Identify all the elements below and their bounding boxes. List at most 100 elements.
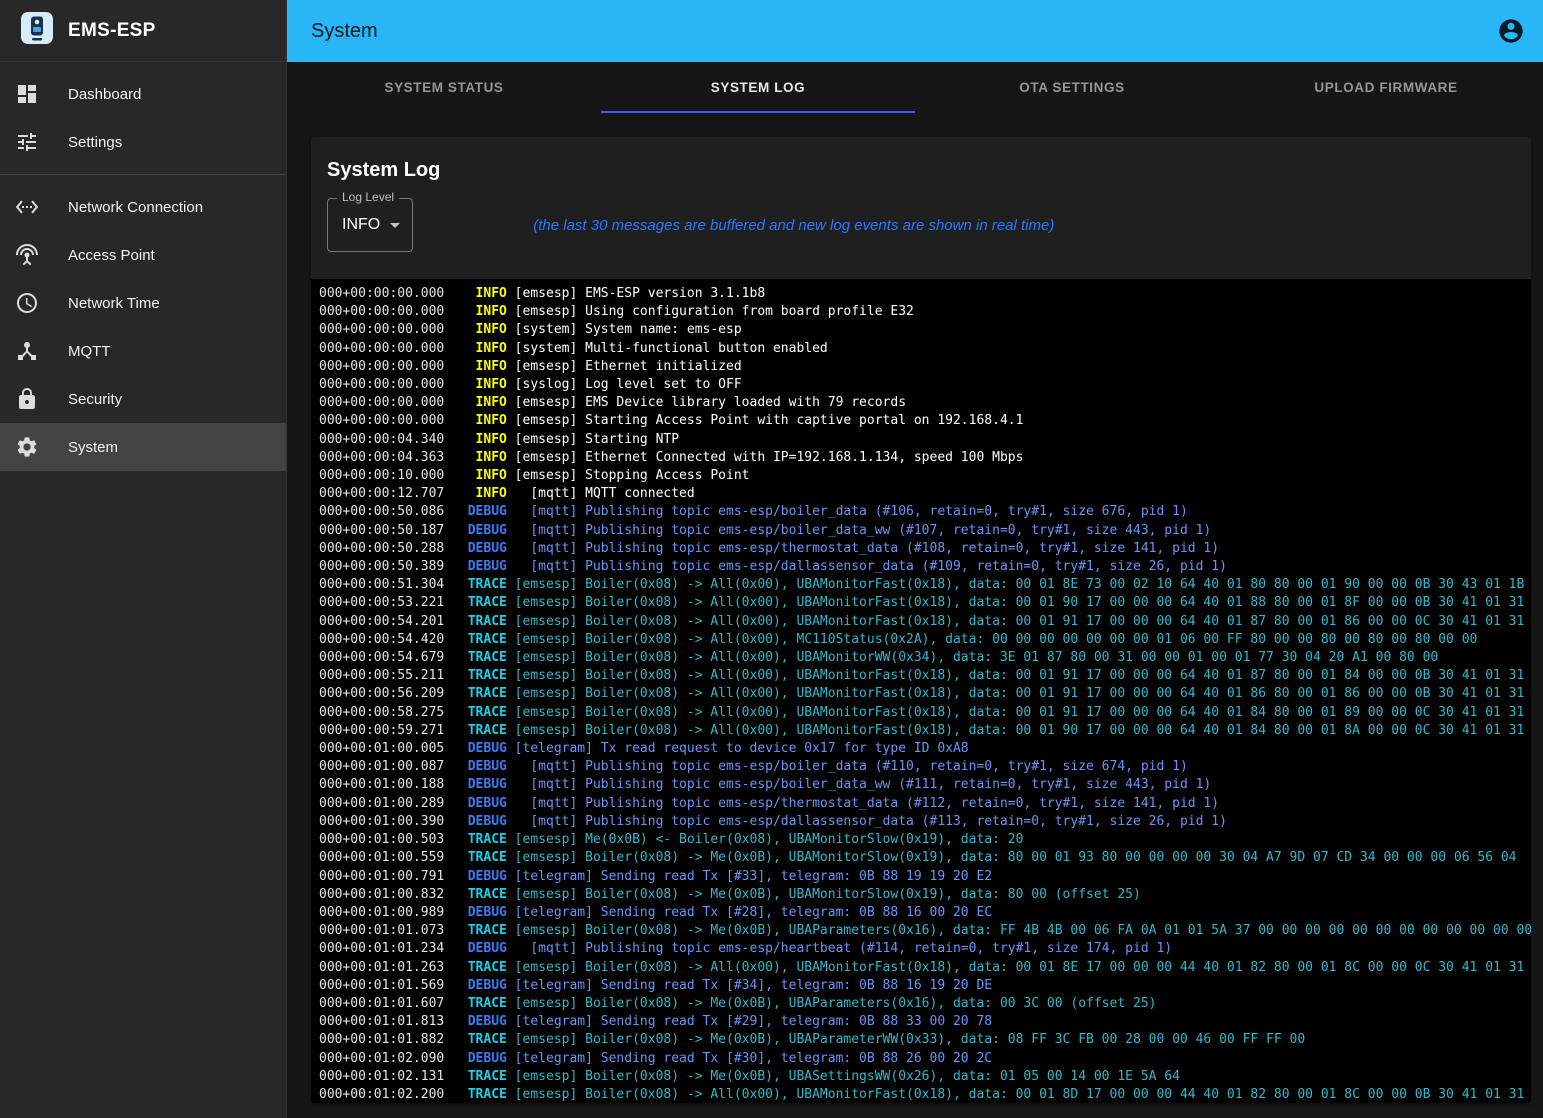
tab-label: UPLOAD FIRMWARE <box>1314 80 1457 95</box>
main-area: System SYSTEM STATUS SYSTEM LOG OTA SETT… <box>287 0 1543 1118</box>
sidebar-item-network-time[interactable]: Network Time <box>0 279 286 327</box>
sidebar-item-label: Settings <box>68 134 122 151</box>
log-line: 000+00:00:04.340 INFO [emsesp] Starting … <box>319 431 1531 449</box>
tab-system-log[interactable]: SYSTEM LOG <box>601 62 915 113</box>
tune-icon <box>15 130 39 154</box>
sidebar-item-label: System <box>68 439 118 456</box>
app-title: EMS-ESP <box>68 20 156 42</box>
sidebar-item-label: Dashboard <box>68 86 141 103</box>
log-hint-text: (the last 30 messages are buffered and n… <box>533 217 1054 234</box>
log-line: 000+00:01:00.087 DEBUG [mqtt] Publishing… <box>319 758 1531 776</box>
gear-icon <box>15 435 39 459</box>
tab-ota-settings[interactable]: OTA SETTINGS <box>915 62 1229 113</box>
sidebar-item-mqtt[interactable]: MQTT <box>0 327 286 375</box>
log-line: 000+00:00:54.201 TRACE [emsesp] Boiler(0… <box>319 613 1531 631</box>
log-line: 000+00:00:10.000 INFO [emsesp] Stopping … <box>319 467 1531 485</box>
log-line: 000+00:00:00.000 INFO [syslog] Log level… <box>319 376 1531 394</box>
log-level-select[interactable]: Log Level INFO <box>327 198 413 252</box>
sidebar: EMS-ESP Dashboard Settings Network Co <box>0 0 287 1118</box>
log-line: 000+00:01:01.607 TRACE [emsesp] Boiler(0… <box>319 995 1531 1013</box>
log-line: 000+00:00:54.420 TRACE [emsesp] Boiler(0… <box>319 631 1531 649</box>
page-title: System <box>311 20 1497 43</box>
log-line: 000+00:01:00.289 DEBUG [mqtt] Publishing… <box>319 795 1531 813</box>
sidebar-item-network-connection[interactable]: Network Connection <box>0 183 286 231</box>
system-log-card: System Log Log Level INFO (the last 30 m… <box>311 137 1531 1103</box>
account-icon[interactable] <box>1497 17 1525 45</box>
log-line: 000+00:01:01.234 DEBUG [mqtt] Publishing… <box>319 940 1531 958</box>
log-line: 000+00:01:02.200 TRACE [emsesp] Boiler(0… <box>319 1086 1531 1103</box>
log-line: 000+00:00:00.000 INFO [emsesp] Using con… <box>319 303 1531 321</box>
sidebar-item-security[interactable]: Security <box>0 375 286 423</box>
log-line: 000+00:00:50.288 DEBUG [mqtt] Publishing… <box>319 540 1531 558</box>
log-console[interactable]: 000+00:00:00.000 INFO [emsesp] EMS-ESP v… <box>311 279 1531 1103</box>
sidebar-item-settings[interactable]: Settings <box>0 118 286 166</box>
log-line: 000+00:01:00.188 DEBUG [mqtt] Publishing… <box>319 776 1531 794</box>
sidebar-item-label: Network Connection <box>68 199 203 216</box>
log-line: 000+00:00:00.000 INFO [system] System na… <box>319 321 1531 339</box>
log-line: 000+00:00:59.271 TRACE [emsesp] Boiler(0… <box>319 722 1531 740</box>
tab-label: SYSTEM STATUS <box>384 80 503 95</box>
log-line: 000+00:00:00.000 INFO [emsesp] Ethernet … <box>319 358 1531 376</box>
content-area: System Log Log Level INFO (the last 30 m… <box>287 113 1543 1118</box>
sidebar-header: EMS-ESP <box>0 0 286 62</box>
log-line: 000+00:00:55.211 TRACE [emsesp] Boiler(0… <box>319 667 1531 685</box>
sidebar-divider <box>0 174 286 175</box>
sidebar-item-label: MQTT <box>68 343 111 360</box>
log-line: 000+00:00:54.679 TRACE [emsesp] Boiler(0… <box>319 649 1531 667</box>
app-logo-icon <box>20 11 54 50</box>
log-line: 000+00:01:00.791 DEBUG [telegram] Sendin… <box>319 868 1531 886</box>
log-line: 000+00:00:53.221 TRACE [emsesp] Boiler(0… <box>319 594 1531 612</box>
chevron-down-icon <box>390 223 400 228</box>
log-line: 000+00:01:02.131 TRACE [emsesp] Boiler(0… <box>319 1068 1531 1086</box>
log-line: 000+00:01:00.832 TRACE [emsesp] Boiler(0… <box>319 886 1531 904</box>
log-line: 000+00:00:50.389 DEBUG [mqtt] Publishing… <box>319 558 1531 576</box>
sidebar-item-access-point[interactable]: Access Point <box>0 231 286 279</box>
sidebar-item-label: Access Point <box>68 247 155 264</box>
log-line: 000+00:00:12.707 INFO [mqtt] MQTT connec… <box>319 485 1531 503</box>
tab-system-status[interactable]: SYSTEM STATUS <box>287 62 601 113</box>
log-controls-row: Log Level INFO (the last 30 messages are… <box>327 198 1515 252</box>
log-line: 000+00:01:01.813 DEBUG [telegram] Sendin… <box>319 1013 1531 1031</box>
tab-bar: SYSTEM STATUS SYSTEM LOG OTA SETTINGS UP… <box>287 62 1543 113</box>
log-line: 000+00:00:04.363 INFO [emsesp] Ethernet … <box>319 449 1531 467</box>
log-line: 000+00:00:56.209 TRACE [emsesp] Boiler(0… <box>319 685 1531 703</box>
tab-label: SYSTEM LOG <box>711 80 806 95</box>
log-line: 000+00:00:00.000 INFO [emsesp] Starting … <box>319 412 1531 430</box>
log-line: 000+00:01:00.005 DEBUG [telegram] Tx rea… <box>319 740 1531 758</box>
log-line: 000+00:00:00.000 INFO [emsesp] EMS-ESP v… <box>319 285 1531 303</box>
log-line: 000+00:01:02.090 DEBUG [telegram] Sendin… <box>319 1050 1531 1068</box>
clock-icon <box>15 291 39 315</box>
dashboard-icon <box>15 82 39 106</box>
log-line: 000+00:00:51.304 TRACE [emsesp] Boiler(0… <box>319 576 1531 594</box>
sidebar-item-system[interactable]: System <box>0 423 286 471</box>
lock-icon <box>15 387 39 411</box>
log-line: 000+00:00:58.275 TRACE [emsesp] Boiler(0… <box>319 704 1531 722</box>
tab-label: OTA SETTINGS <box>1019 80 1124 95</box>
card-title: System Log <box>327 159 1515 182</box>
ethernet-icon <box>15 195 39 219</box>
log-level-select-value: INFO <box>342 216 380 234</box>
log-console-content: 000+00:00:00.000 INFO [emsesp] EMS-ESP v… <box>311 279 1531 1103</box>
sidebar-nav: Dashboard Settings Network Connection Ac <box>0 62 286 471</box>
log-line: 000+00:01:01.073 TRACE [emsesp] Boiler(0… <box>319 922 1531 940</box>
log-line: 000+00:01:00.390 DEBUG [mqtt] Publishing… <box>319 813 1531 831</box>
log-line: 000+00:00:00.000 INFO [system] Multi-fun… <box>319 340 1531 358</box>
log-line: 000+00:00:00.000 INFO [emsesp] EMS Devic… <box>319 394 1531 412</box>
antenna-icon <box>15 243 39 267</box>
log-line: 000+00:01:01.882 TRACE [emsesp] Boiler(0… <box>319 1031 1531 1049</box>
log-line: 000+00:01:01.263 TRACE [emsesp] Boiler(0… <box>319 959 1531 977</box>
system-log-card-header: System Log Log Level INFO (the last 30 m… <box>311 137 1531 279</box>
sidebar-item-label: Security <box>68 391 122 408</box>
appbar: System <box>287 0 1543 62</box>
sidebar-item-dashboard[interactable]: Dashboard <box>0 70 286 118</box>
tab-upload-firmware[interactable]: UPLOAD FIRMWARE <box>1229 62 1543 113</box>
log-line: 000+00:00:50.086 DEBUG [mqtt] Publishing… <box>319 503 1531 521</box>
log-level-select-label: Log Level <box>337 190 399 204</box>
log-line: 000+00:00:50.187 DEBUG [mqtt] Publishing… <box>319 522 1531 540</box>
sidebar-item-label: Network Time <box>68 295 160 312</box>
log-line: 000+00:01:00.559 TRACE [emsesp] Boiler(0… <box>319 849 1531 867</box>
app-root: EMS-ESP Dashboard Settings Network Co <box>0 0 1543 1118</box>
device-hub-icon <box>15 339 39 363</box>
log-line: 000+00:01:01.569 DEBUG [telegram] Sendin… <box>319 977 1531 995</box>
log-line: 000+00:01:00.989 DEBUG [telegram] Sendin… <box>319 904 1531 922</box>
